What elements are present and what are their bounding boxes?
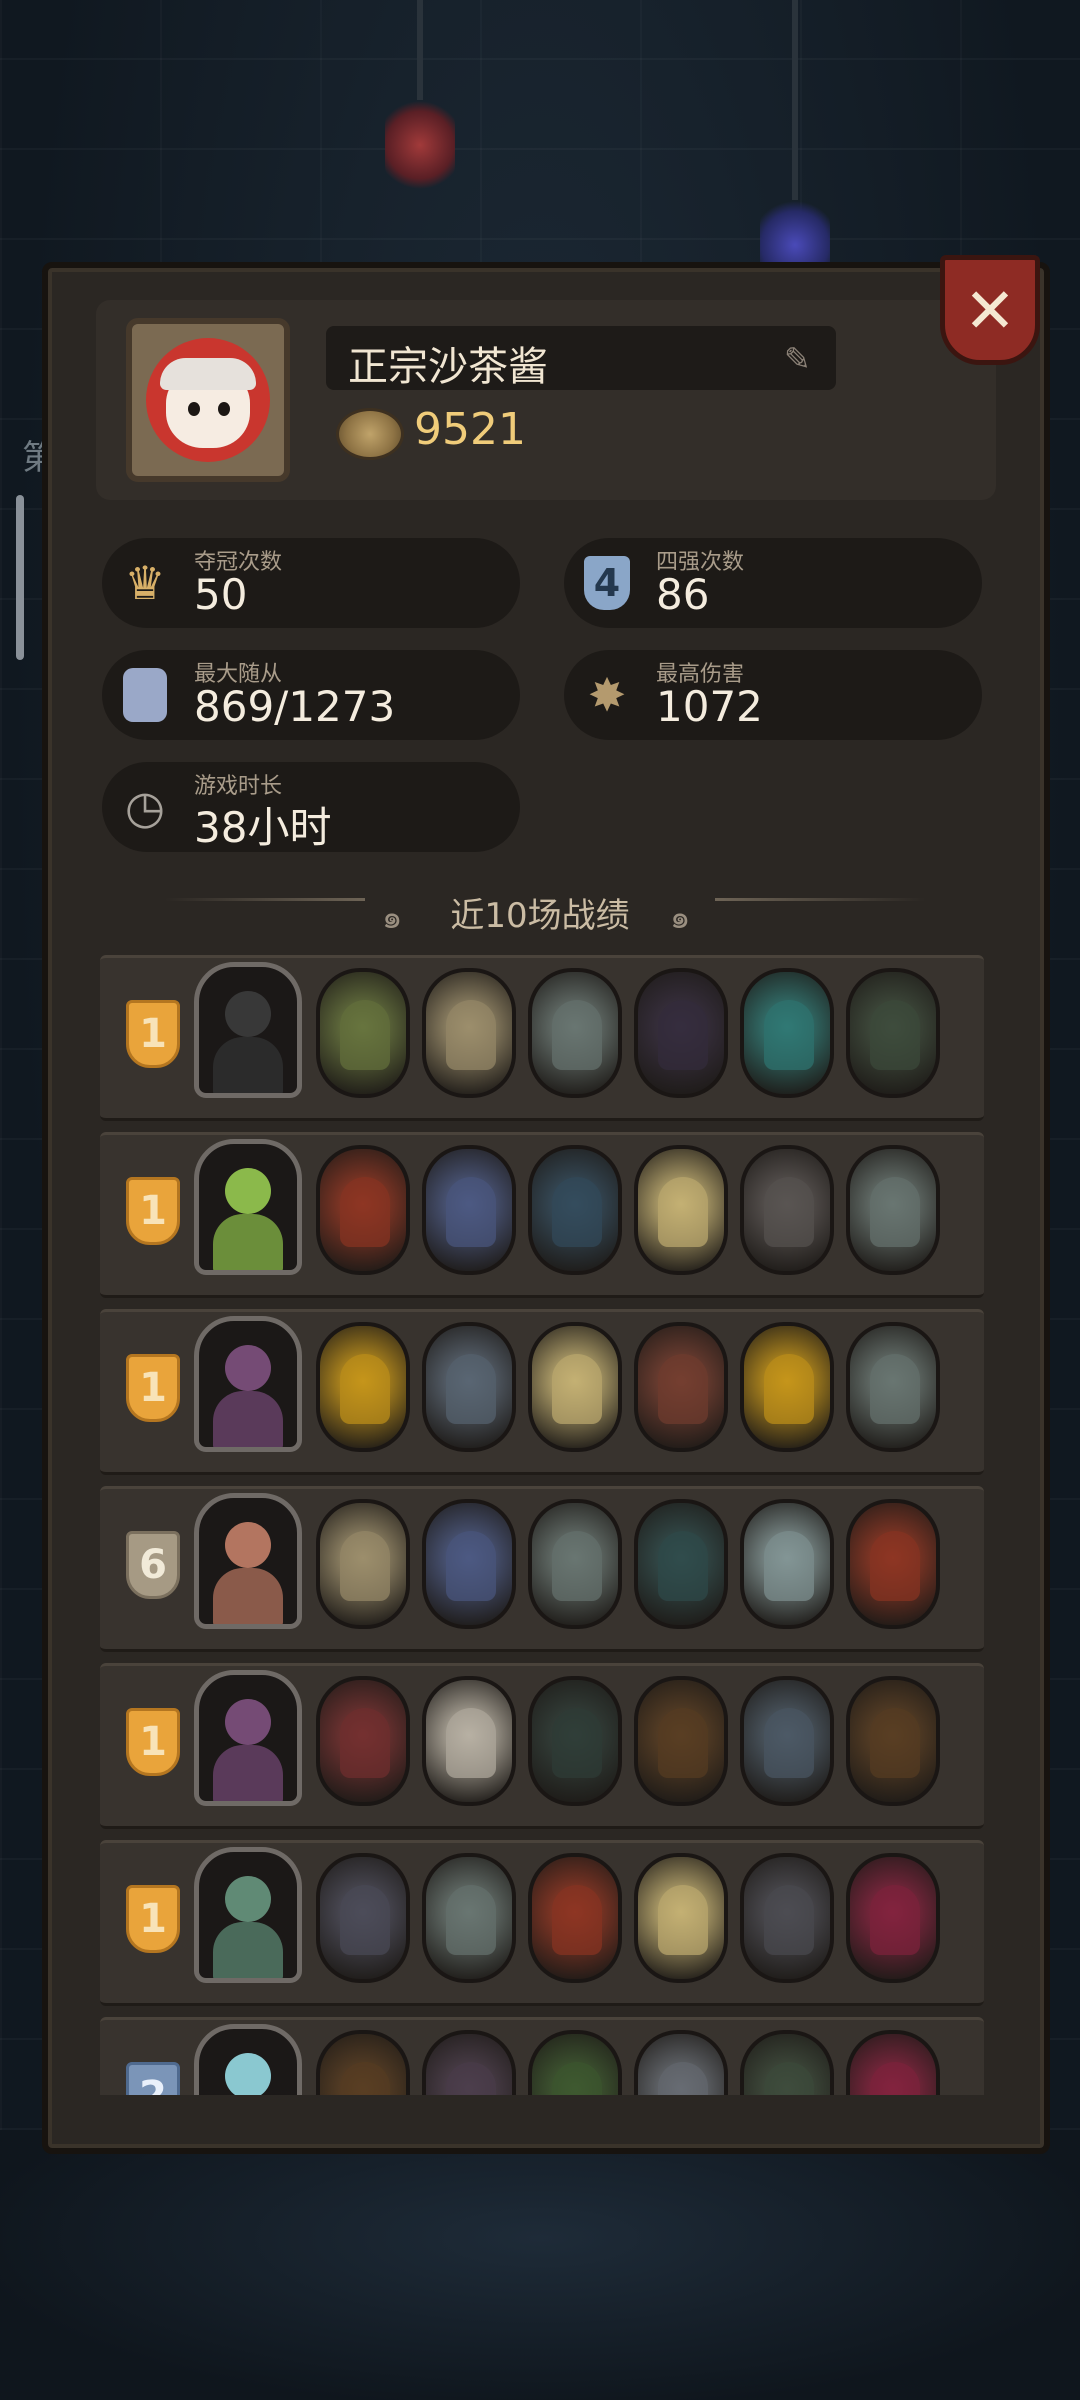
minion-card[interactable] — [740, 1322, 834, 1452]
placement-badge: 1 — [126, 1885, 180, 1953]
minion-card[interactable] — [634, 1499, 728, 1629]
minion-card[interactable] — [846, 1322, 940, 1452]
minion-card[interactable] — [634, 968, 728, 1098]
minion-card[interactable] — [422, 1499, 516, 1629]
coin-icon — [336, 408, 404, 460]
minion-card[interactable] — [316, 1145, 410, 1275]
swirl-right-icon: ๑ — [670, 898, 691, 936]
match-row[interactable]: 2 — [100, 2017, 984, 2095]
match-row[interactable]: 1 — [100, 955, 984, 1121]
minion-card[interactable] — [316, 1676, 410, 1806]
minion-card[interactable] — [528, 2030, 622, 2095]
player-name-field: 正宗沙茶酱 ✎ — [326, 326, 836, 390]
minion-card[interactable] — [422, 1853, 516, 1983]
player-name: 正宗沙茶酱 — [348, 344, 548, 390]
minion-card[interactable] — [316, 968, 410, 1098]
match-row[interactable]: 1 — [100, 1132, 984, 1298]
minion-card[interactable] — [316, 2030, 410, 2095]
match-row[interactable]: 1 — [100, 1840, 984, 2006]
minion-card[interactable] — [634, 2030, 728, 2095]
minion-card[interactable] — [846, 1853, 940, 1983]
placement-badge: 1 — [126, 1177, 180, 1245]
player-avatar[interactable] — [126, 318, 290, 482]
placement-badge: 1 — [126, 1708, 180, 1776]
recent-matches-list[interactable]: 1116112 — [100, 955, 984, 2095]
stat-play-time: ◷ 游戏时长 38小时 — [102, 762, 520, 852]
crown-icon: ♛ — [124, 556, 166, 610]
minion-card[interactable] — [316, 1322, 410, 1452]
hero-portrait[interactable] — [194, 1847, 302, 1983]
minion-card[interactable] — [846, 968, 940, 1098]
minion-card[interactable] — [634, 1322, 728, 1452]
stat-top4: 4 四强次数 86 — [564, 538, 982, 628]
minion-card[interactable] — [740, 968, 834, 1098]
hero-portrait[interactable] — [194, 2024, 302, 2095]
clock-icon: ◷ — [124, 780, 166, 834]
minion-card[interactable] — [740, 1853, 834, 1983]
minion-card[interactable] — [528, 1676, 622, 1806]
minion-card[interactable] — [634, 1676, 728, 1806]
hero-portrait[interactable] — [194, 1139, 302, 1275]
divider-right — [715, 898, 925, 901]
minion-card[interactable] — [316, 1499, 410, 1629]
stat-championships: ♛ 夺冠次数 50 — [102, 538, 520, 628]
edit-pencil-icon[interactable]: ✎ — [784, 340, 818, 378]
minion-card[interactable] — [846, 1676, 940, 1806]
minion-card[interactable] — [422, 2030, 516, 2095]
minion-card[interactable] — [528, 1322, 622, 1452]
minion-card[interactable] — [528, 1853, 622, 1983]
stat-max-minions: 最大随从 869/1273 — [102, 650, 520, 740]
minion-card[interactable] — [634, 1145, 728, 1275]
minion-card[interactable] — [422, 1322, 516, 1452]
minion-card[interactable] — [846, 1145, 940, 1275]
placement-badge: 6 — [126, 1531, 180, 1599]
match-row[interactable]: 6 — [100, 1486, 984, 1652]
top4-shield-icon: 4 — [578, 554, 636, 612]
recent-matches-title: 近10场战绩 — [450, 896, 630, 936]
minion-card[interactable] — [316, 1853, 410, 1983]
swirl-left-icon: ๑ — [382, 898, 403, 936]
close-button[interactable]: ✕ — [940, 255, 1040, 365]
placement-badge: 1 — [126, 1354, 180, 1422]
lamp-chain — [417, 0, 423, 100]
hero-portrait[interactable] — [194, 962, 302, 1098]
minion-card[interactable] — [740, 1676, 834, 1806]
hero-portrait[interactable] — [194, 1493, 302, 1629]
lamp-chain — [792, 0, 798, 200]
dungeon-floor — [0, 2130, 1080, 2400]
hero-portrait[interactable] — [194, 1670, 302, 1806]
close-x-icon: ✕ — [964, 273, 1016, 347]
minion-card[interactable] — [528, 1145, 622, 1275]
minion-card[interactable] — [740, 2030, 834, 2095]
stat-max-damage: ✸ 最高伤害 1072 — [564, 650, 982, 740]
minion-card[interactable] — [740, 1145, 834, 1275]
minion-card[interactable] — [846, 2030, 940, 2095]
placement-badge: 2 — [126, 2062, 180, 2095]
match-row[interactable]: 1 — [100, 1309, 984, 1475]
placement-badge: 1 — [126, 1000, 180, 1068]
minion-card[interactable] — [634, 1853, 728, 1983]
minion-card[interactable] — [528, 1499, 622, 1629]
divider-left — [165, 898, 365, 901]
minion-card[interactable] — [740, 1499, 834, 1629]
match-row[interactable]: 1 — [100, 1663, 984, 1829]
red-lantern — [385, 95, 455, 195]
minion-card[interactable] — [422, 968, 516, 1098]
minion-card[interactable] — [528, 968, 622, 1098]
minion-icon — [116, 666, 174, 724]
profile-header: 正宗沙茶酱 ✎ 9521 — [96, 300, 996, 500]
hero-portrait[interactable] — [194, 1316, 302, 1452]
scroll-indicator — [16, 495, 24, 660]
minion-card[interactable] — [846, 1499, 940, 1629]
minion-card[interactable] — [422, 1676, 516, 1806]
minion-card[interactable] — [422, 1145, 516, 1275]
damage-burst-icon: ✸ — [587, 668, 627, 722]
coin-count: 9521 — [414, 404, 526, 455]
